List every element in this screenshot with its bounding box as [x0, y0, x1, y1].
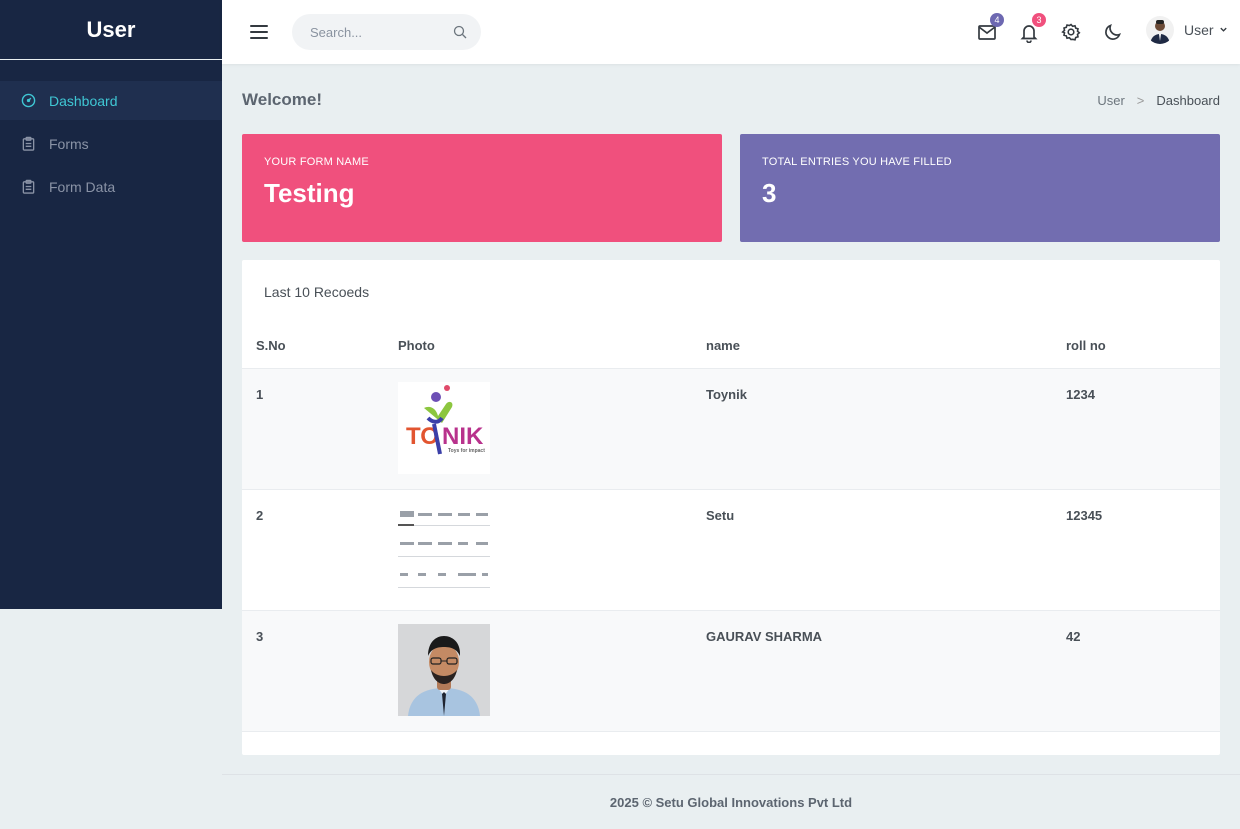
chevron-right-icon: > [1136, 93, 1145, 108]
user-menu[interactable]: User [1146, 16, 1228, 44]
cell-name: Toynik [706, 368, 1066, 490]
cell-photo: TO NIK Toys for impact [398, 368, 706, 490]
sidebar: User Dashboard Forms Form Data [0, 0, 222, 609]
sidebar-item-form-data[interactable]: Form Data [0, 167, 222, 206]
breadcrumb-item-user[interactable]: User [1097, 93, 1124, 108]
avatar [1146, 16, 1174, 44]
toynik-logo-image: TO NIK Toys for impact [398, 381, 490, 474]
search-icon[interactable] [453, 25, 467, 39]
cell-sno: 1 [242, 368, 398, 490]
cell-sno: 2 [242, 489, 398, 611]
sidebar-item-dashboard[interactable]: Dashboard [0, 81, 222, 120]
topbar: 4 3 User [222, 0, 1240, 64]
dashboard-gauge-icon [20, 93, 36, 109]
column-header-photo: Photo [398, 324, 706, 369]
table-header-row: S.No Photo name roll no [242, 324, 1220, 369]
sidebar-item-label: Dashboard [49, 92, 118, 109]
cell-name: Setu [706, 489, 1066, 611]
table-row: 2 Setu 12345 [242, 489, 1220, 611]
clipboard-icon [20, 179, 36, 195]
sidebar-item-label: Forms [49, 135, 89, 152]
records-title: Last 10 Recoeds [264, 284, 370, 300]
mail-count-badge: 4 [990, 13, 1004, 27]
table-row: 3 GAURAV SHARMA 42 [242, 610, 1220, 732]
chevron-down-icon [1219, 21, 1228, 39]
breadcrumb: User > Dashboard [1097, 93, 1220, 108]
search-box [292, 14, 481, 50]
mail-icon[interactable]: 4 [976, 13, 1004, 43]
entries-card: TOTAL ENTRIES YOU HAVE FILLED 3 [740, 134, 1220, 242]
form-name-value: Testing [264, 178, 355, 208]
cell-roll: 42 [1066, 610, 1220, 732]
records-card: Last 10 Recoeds S.No Photo name roll no … [242, 260, 1220, 755]
form-name-card: YOUR FORM NAME Testing [242, 134, 722, 242]
hamburger-menu-icon[interactable] [249, 22, 269, 42]
moon-icon[interactable] [1102, 21, 1124, 43]
sidebar-item-forms[interactable]: Forms [0, 124, 222, 163]
form-name-label: YOUR FORM NAME [264, 156, 369, 168]
breadcrumb-item-dashboard: Dashboard [1156, 93, 1220, 108]
entries-label: TOTAL ENTRIES YOU HAVE FILLED [762, 156, 952, 168]
search-input[interactable] [310, 24, 450, 40]
column-header-roll: roll no [1066, 324, 1220, 369]
sidebar-menu: Dashboard Forms Form Data [0, 81, 222, 206]
cell-roll: 1234 [1066, 368, 1220, 490]
cell-name: GAURAV SHARMA [706, 610, 1066, 732]
svg-text:NIK: NIK [442, 423, 484, 450]
bell-icon[interactable]: 3 [1018, 13, 1046, 44]
sidebar-brand[interactable]: User [0, 0, 222, 60]
page-title: Welcome! [242, 90, 322, 109]
cell-sno: 3 [242, 610, 398, 732]
cell-roll: 12345 [1066, 489, 1220, 611]
column-header-sno: S.No [242, 324, 398, 369]
table-row: 1 TO NIK Toys for impact Toynik 1234 [242, 368, 1220, 490]
column-header-name: name [706, 324, 1066, 369]
ui-screenshot-thumbnail [398, 502, 490, 595]
cell-photo [398, 489, 706, 611]
svg-text:Toys for impact: Toys for impact [448, 448, 485, 454]
user-name: User [1184, 22, 1214, 38]
sidebar-item-label: Form Data [49, 178, 116, 195]
gear-icon[interactable] [1060, 21, 1082, 43]
notification-count-badge: 3 [1032, 13, 1046, 27]
person-portrait-photo [398, 623, 490, 716]
records-table: S.No Photo name roll no 1 TO NIK Toys fo… [242, 324, 1220, 732]
cell-photo [398, 610, 706, 732]
clipboard-icon [20, 136, 36, 152]
entries-value: 3 [762, 178, 777, 208]
footer: 2025 © Setu Global Innovations Pvt Ltd [222, 774, 1240, 829]
